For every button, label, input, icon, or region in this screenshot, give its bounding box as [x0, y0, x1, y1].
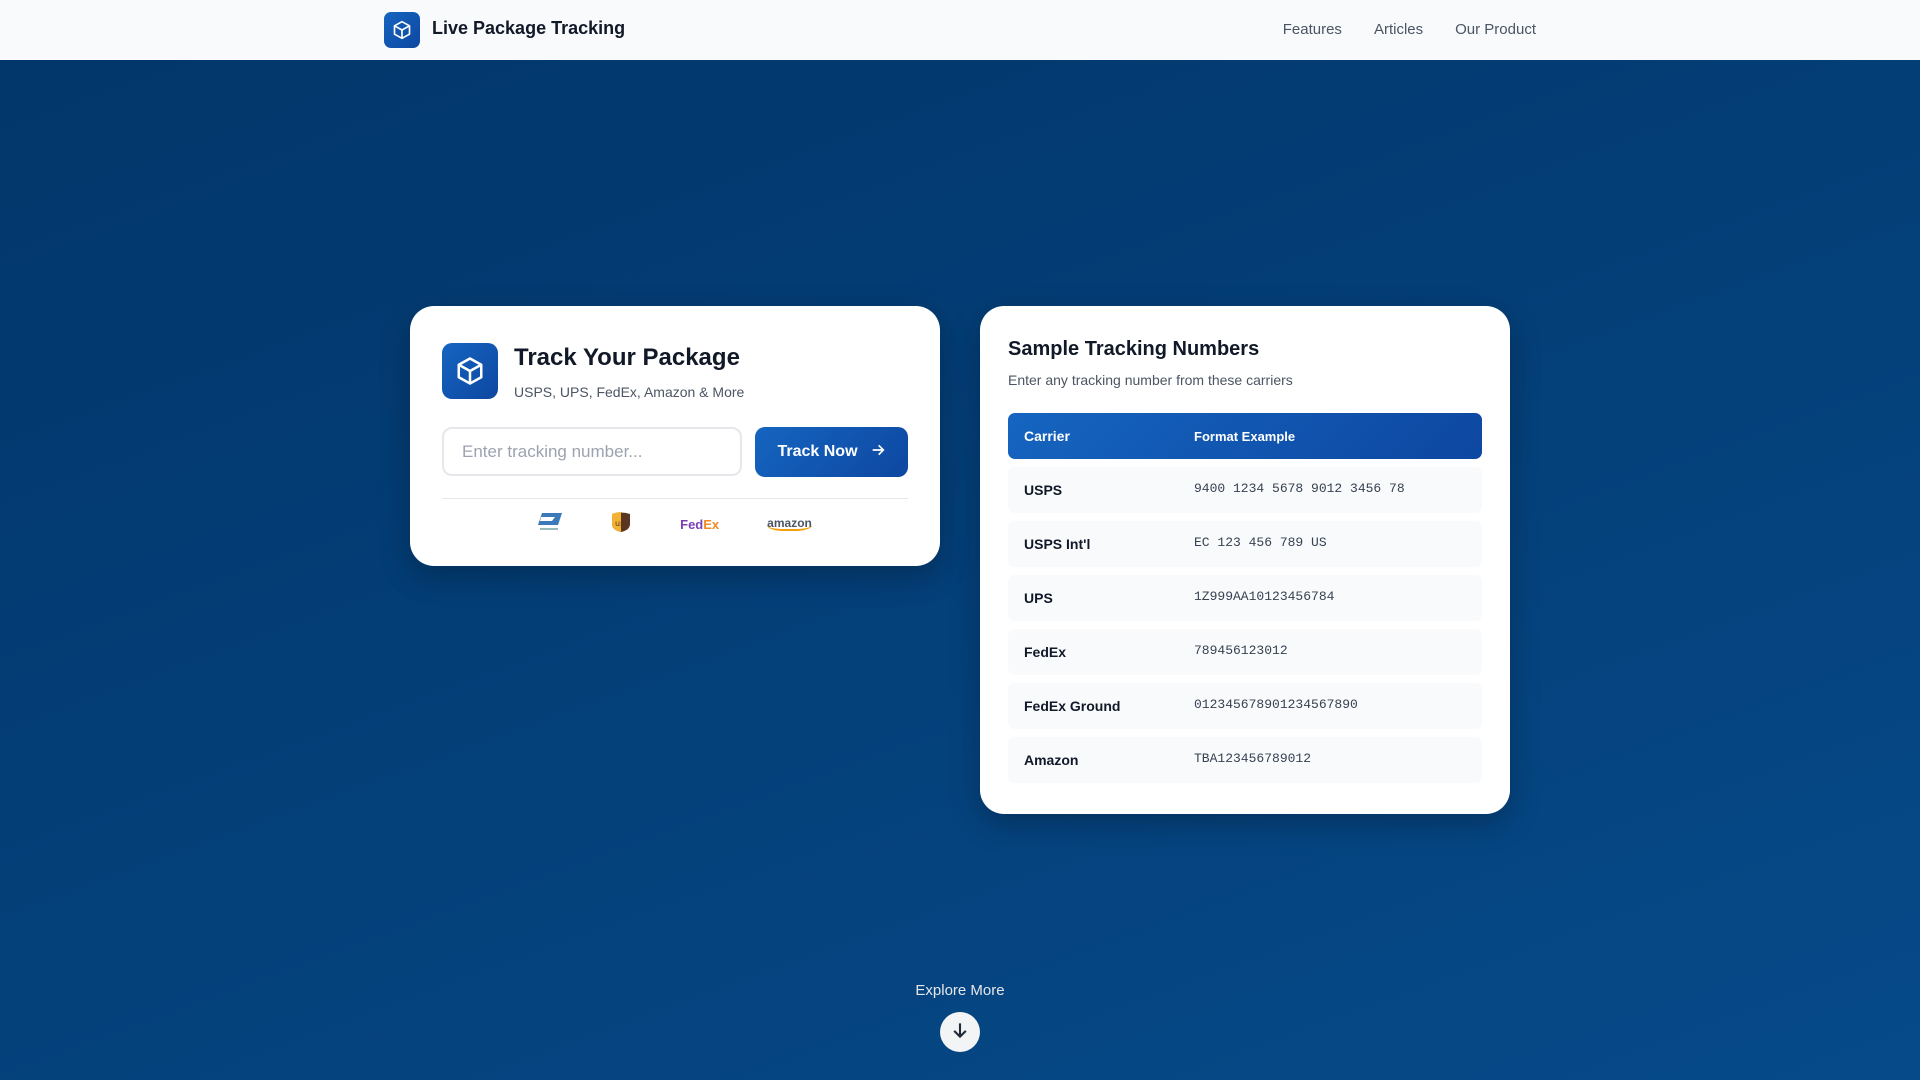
usps-logo-icon — [538, 511, 563, 538]
table-row[interactable]: UPS 1Z999AA10123456784 — [1008, 575, 1482, 621]
format-cell: 9400 1234 5678 9012 3456 78 — [1194, 480, 1405, 496]
sample-table: Carrier Format Example USPS 9400 1234 567… — [1008, 413, 1482, 791]
arrow-right-icon — [870, 442, 886, 463]
format-cell: TBA123456789012 — [1194, 750, 1312, 766]
divider — [442, 498, 908, 499]
nav-articles[interactable]: Articles — [1374, 21, 1423, 38]
card-subtitle: USPS, UPS, FedEx, Amazon & More — [514, 384, 745, 400]
svg-text:ups: ups — [615, 519, 629, 528]
fedex-logo: FedEx — [680, 516, 720, 532]
package-logo-icon[interactable] — [384, 12, 420, 48]
nav-links: Features Articles Our Product — [1283, 21, 1536, 38]
samples-title: Sample Tracking Numbers — [1008, 338, 1260, 360]
carrier-cell: Amazon — [1024, 752, 1079, 768]
format-cell: 012345678901234567890 — [1194, 696, 1358, 712]
nav-features[interactable]: Features — [1283, 21, 1342, 38]
carrier-cell: USPS Int'l — [1024, 536, 1091, 552]
sample-tracking-card: Sample Tracking Numbers Enter any tracki… — [980, 306, 1510, 814]
samples-subtitle: Enter any tracking number from these car… — [1008, 372, 1293, 388]
table-row[interactable]: FedEx 789456123012 — [1008, 629, 1482, 675]
carrier-cell: FedEx Ground — [1024, 698, 1121, 714]
nav-our-product[interactable]: Our Product — [1455, 21, 1536, 38]
tracking-number-input[interactable] — [442, 427, 742, 476]
app-title[interactable]: Live Package Tracking — [432, 18, 625, 39]
package-icon — [442, 343, 498, 399]
format-cell: 789456123012 — [1194, 642, 1288, 658]
table-row[interactable]: USPS Int'l EC 123 456 789 US — [1008, 521, 1482, 567]
carrier-cell: USPS — [1024, 482, 1063, 498]
carrier-cell: FedEx — [1024, 644, 1067, 660]
arrow-down-icon — [950, 1020, 970, 1045]
header-format: Format Example — [1194, 428, 1296, 444]
format-cell: 1Z999AA10123456784 — [1194, 588, 1335, 604]
table-row[interactable]: Amazon TBA123456789012 — [1008, 737, 1482, 783]
scroll-down-button[interactable] — [940, 1012, 980, 1052]
ups-logo-icon: ups — [610, 511, 632, 538]
top-nav-bar: Live Package Tracking Features Articles … — [0, 0, 1920, 60]
format-cell: EC 123 456 789 US — [1194, 534, 1327, 550]
carrier-logos: ups FedEx amazon — [442, 511, 908, 538]
amazon-logo: amazon — [767, 516, 812, 531]
track-package-card: Track Your Package USPS, UPS, FedEx, Ama… — [410, 306, 940, 566]
table-header: Carrier Format Example — [1008, 413, 1482, 459]
table-row[interactable]: FedEx Ground 012345678901234567890 — [1008, 683, 1482, 729]
track-now-label: Track Now — [777, 443, 858, 460]
header-carrier: Carrier — [1024, 428, 1070, 444]
carrier-cell: UPS — [1024, 590, 1053, 606]
card-title: Track Your Package — [514, 344, 740, 371]
table-row[interactable]: USPS 9400 1234 5678 9012 3456 78 — [1008, 467, 1482, 513]
track-now-button[interactable]: Track Now — [755, 427, 908, 477]
explore-more-label[interactable]: Explore More — [0, 982, 1920, 999]
